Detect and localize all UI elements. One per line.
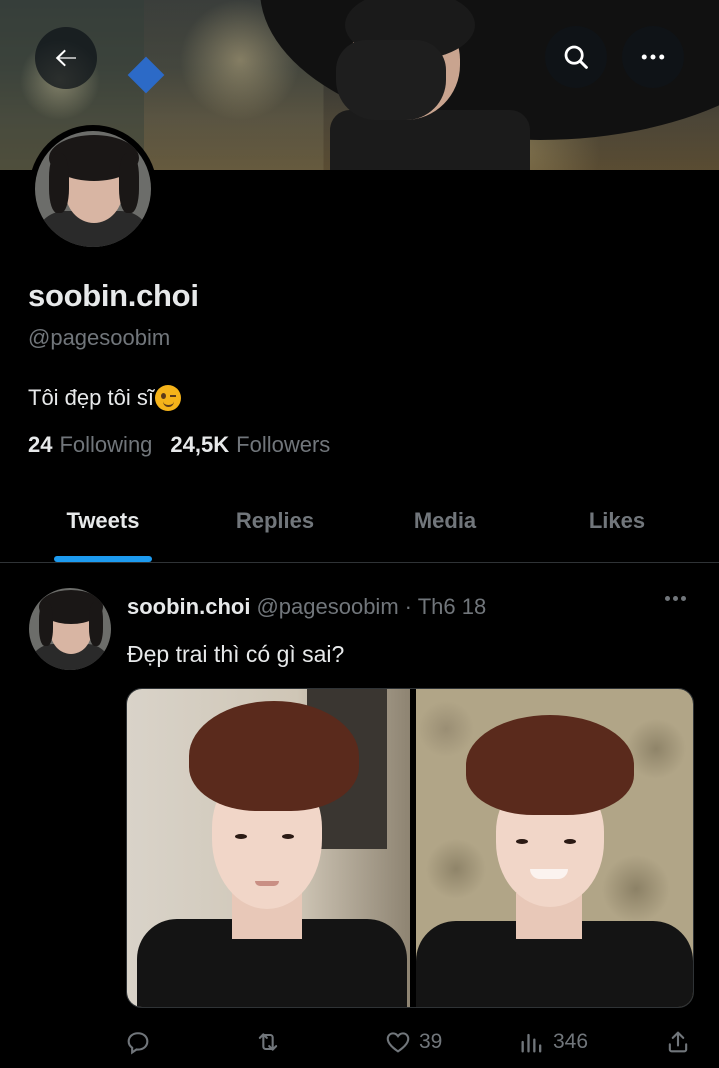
profile-avatar-photo: [35, 131, 151, 247]
followers-count: 24,5K: [170, 432, 230, 457]
active-tab-indicator: [54, 556, 152, 562]
following-label: Following: [59, 432, 153, 457]
following-count: 24: [28, 432, 53, 457]
tweet-actions: 39 346: [0, 1022, 719, 1062]
tweet-media-grid: [126, 688, 694, 1008]
retweet-icon: [258, 1033, 278, 1051]
back-button[interactable]: [35, 27, 97, 89]
banner-face-mask: [336, 40, 446, 120]
tweet-header: soobin.choi @pagesoobim · Th6 18: [127, 594, 486, 620]
tweet-author-handle[interactable]: @pagesoobim: [256, 594, 398, 620]
reply-button[interactable]: [124, 1022, 159, 1062]
profile-avatar[interactable]: [29, 125, 157, 253]
profile-handle: @pagesoobim: [28, 325, 171, 350]
share-button[interactable]: [664, 1022, 692, 1062]
tab-likes[interactable]: Likes: [532, 480, 702, 562]
followers-link[interactable]: 24,5K Followers: [170, 432, 330, 458]
more-icon: [641, 54, 665, 60]
winking-face-emoji: [154, 385, 181, 411]
tab-media[interactable]: Media: [360, 480, 530, 562]
back-arrow-icon: [55, 49, 76, 67]
more-dot-icon: [665, 596, 670, 601]
tweet-photo-1[interactable]: [127, 689, 410, 1007]
retweet-button[interactable]: [254, 1022, 289, 1062]
views-button[interactable]: 346: [518, 1022, 588, 1062]
tweet-text: Đẹp trai thì có gì sai?: [127, 641, 345, 667]
followers-label: Followers: [236, 432, 331, 457]
banner-person-coat: [330, 110, 530, 170]
more-dot-icon: [681, 596, 686, 601]
search-button[interactable]: [545, 26, 607, 88]
heart-icon: [386, 1032, 410, 1053]
more-dot-icon: [673, 596, 678, 601]
tab-tweets[interactable]: Tweets: [18, 480, 188, 562]
profile-tabs: Tweets Replies Media Likes: [0, 480, 719, 563]
more-options-button[interactable]: [622, 26, 684, 88]
like-count: 39: [419, 1030, 443, 1053]
tweet-author-avatar[interactable]: [29, 588, 111, 670]
share-icon: [668, 1031, 688, 1053]
profile-stats: 24 Following 24,5K Followers: [28, 432, 330, 458]
reply-icon: [127, 1032, 149, 1055]
views-icon: [521, 1033, 542, 1053]
view-count: 346: [553, 1030, 589, 1053]
tweet-photo-2[interactable]: [416, 689, 693, 1007]
profile-bio: Tôi đẹp tôi sĩ: [28, 385, 181, 411]
tweet-timestamp[interactable]: · Th6 18: [405, 594, 487, 620]
tweet-author-name[interactable]: soobin.choi: [127, 594, 250, 620]
tweet-more-button[interactable]: [665, 596, 686, 601]
profile-display-name: soobin.choi: [28, 278, 199, 313]
search-icon: [564, 45, 588, 69]
following-link[interactable]: 24 Following: [28, 432, 152, 458]
tab-replies[interactable]: Replies: [190, 480, 360, 562]
like-button[interactable]: 39: [384, 1022, 442, 1062]
bio-text: Tôi đẹp tôi sĩ: [28, 385, 154, 410]
